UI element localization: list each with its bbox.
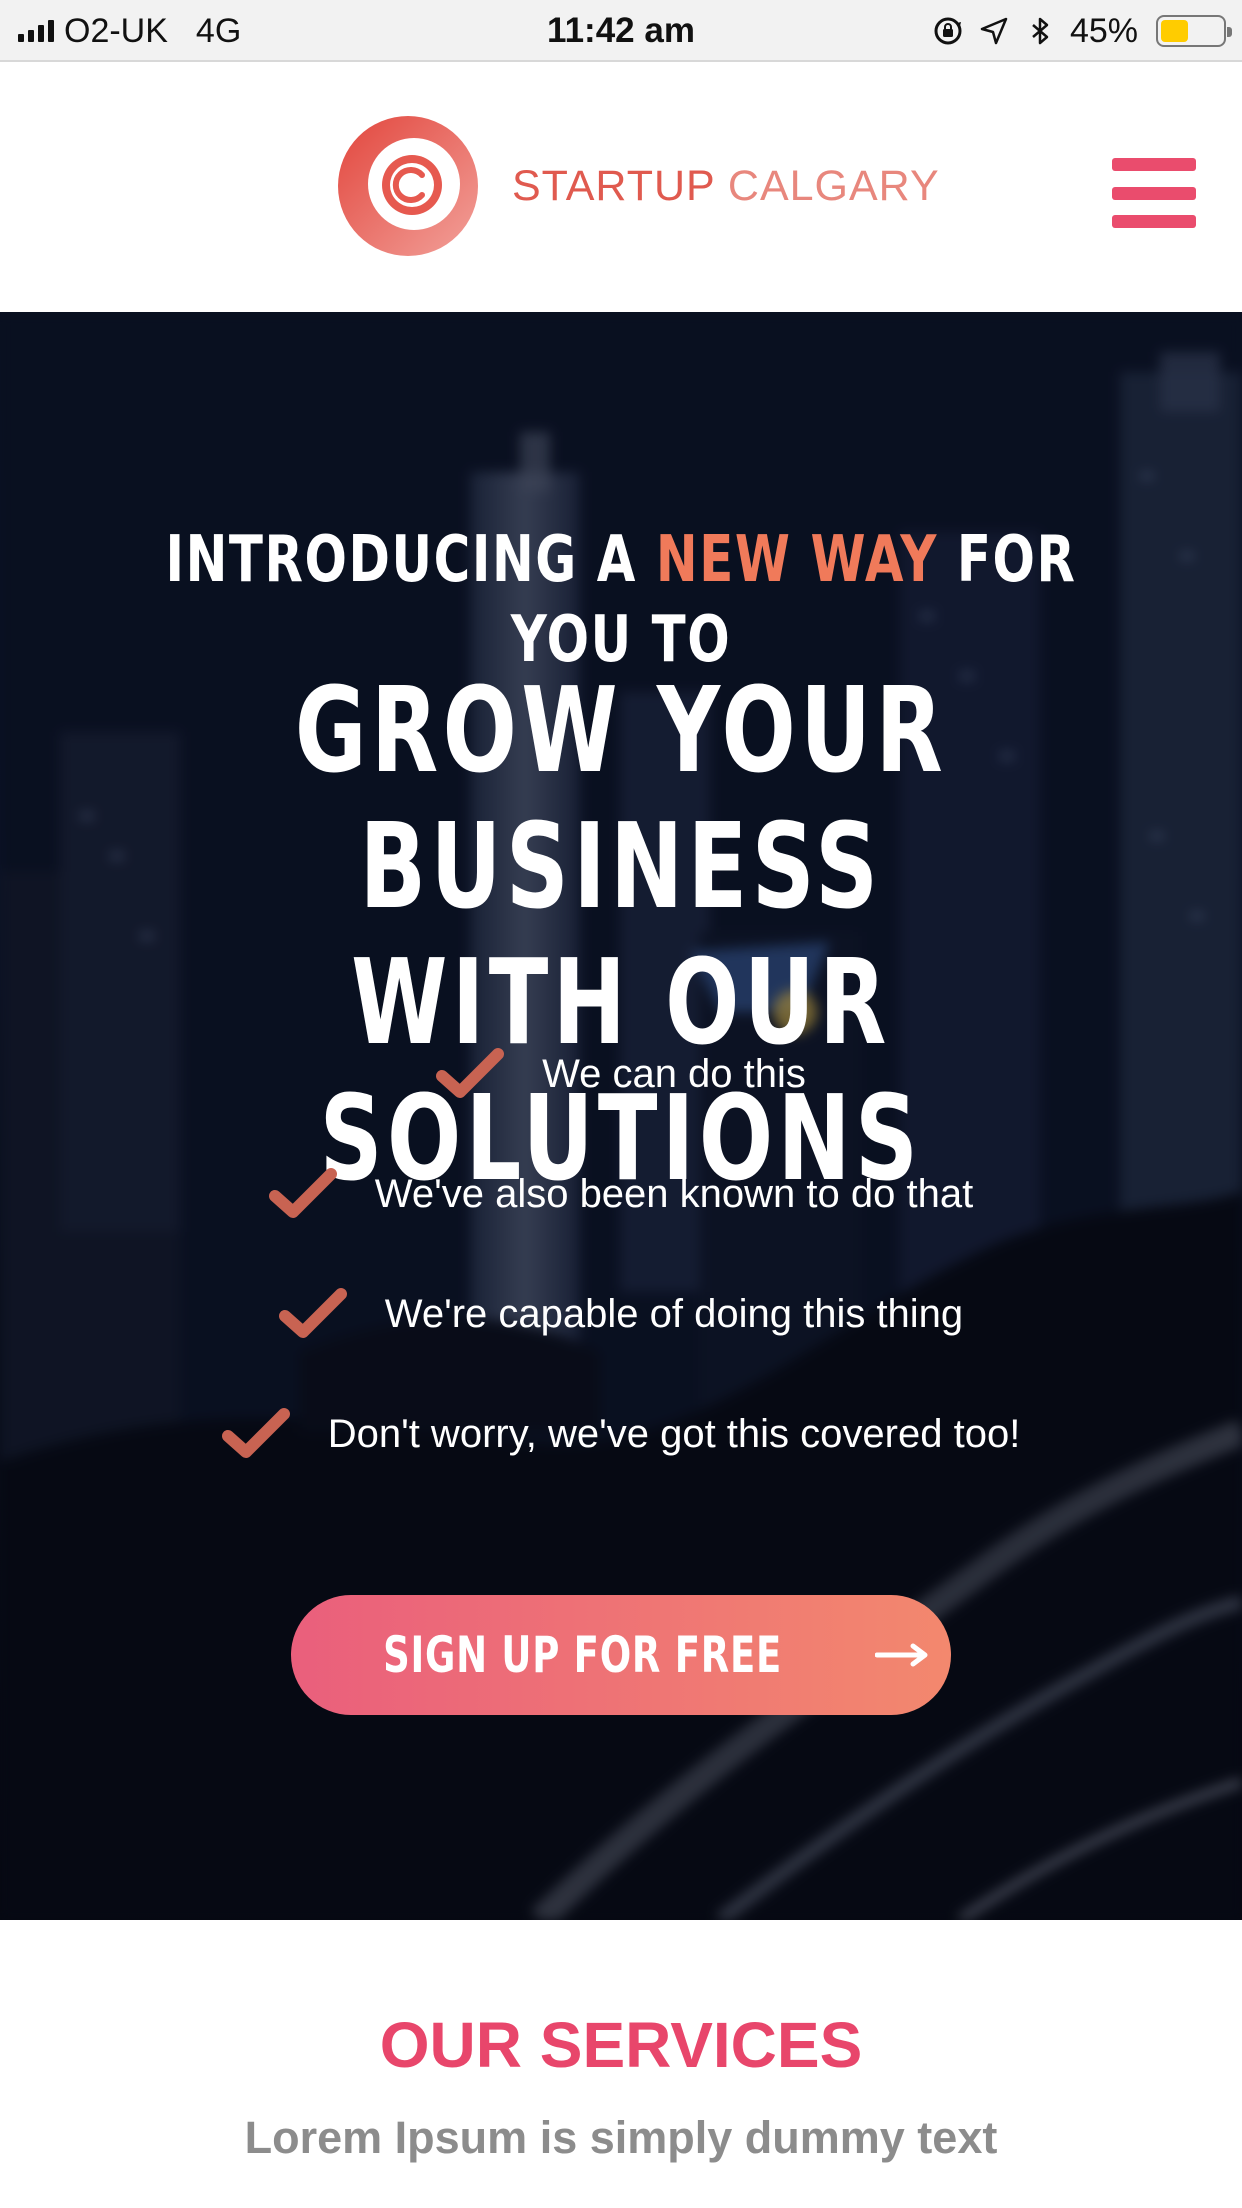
battery-percent: 45% bbox=[1069, 12, 1138, 50]
check-icon bbox=[278, 1288, 347, 1338]
rotation-lock-icon bbox=[934, 17, 962, 45]
sign-up-button-label: SIGN UP FOR FREE bbox=[383, 1626, 783, 1684]
hero-headline: GROW YOUR BUSINESS WITH OUR SOLUTIONS bbox=[161, 662, 1080, 1206]
logo-mark-icon bbox=[338, 116, 478, 256]
logo-text: STARTUP CALGARY bbox=[512, 162, 940, 211]
feature-item: We've also been known to do that bbox=[0, 1154, 1242, 1234]
feature-text: We've also been known to do that bbox=[374, 1171, 974, 1216]
sign-up-button[interactable]: SIGN UP FOR FREE bbox=[291, 1595, 951, 1715]
check-icon bbox=[221, 1408, 290, 1458]
feature-item: Don't worry, we've got this covered too! bbox=[0, 1394, 1242, 1474]
intro-accent: NEW WAY bbox=[655, 523, 938, 597]
services-section: OUR SERVICES Lorem Ipsum is simply dummy… bbox=[0, 1920, 1242, 2208]
hero-content: INTRODUCING A NEW WAY FOR YOU TO GROW YO… bbox=[0, 312, 1242, 1920]
bluetooth-icon bbox=[1032, 17, 1049, 45]
status-right: 45% bbox=[932, 10, 1232, 52]
logo-word-startup: STARTUP bbox=[512, 161, 715, 210]
feature-item: We're capable of doing this thing bbox=[0, 1274, 1242, 1354]
services-subtitle: Lorem Ipsum is simply dummy text bbox=[244, 2112, 998, 2163]
feature-text: We can do this bbox=[542, 1051, 806, 1096]
logo-word-calgary: CALGARY bbox=[727, 161, 940, 210]
logo[interactable]: STARTUP CALGARY bbox=[336, 114, 940, 258]
intro-text-before: INTRODUCING A bbox=[165, 523, 637, 597]
status-bar: O2-UK 4G 11:42 am 45% bbox=[0, 0, 1242, 62]
check-icon bbox=[268, 1168, 337, 1218]
services-title: OUR SERVICES bbox=[379, 2009, 863, 2081]
hamburger-menu-icon[interactable] bbox=[1112, 158, 1196, 228]
headline-line-1: GROW YOUR BUSINESS bbox=[294, 661, 948, 935]
arrow-right-icon bbox=[874, 1643, 928, 1667]
hero-intro: INTRODUCING A NEW WAY FOR YOU TO bbox=[137, 520, 1106, 680]
site-header: STARTUP CALGARY bbox=[0, 62, 1242, 312]
feature-item: We can do this bbox=[0, 1034, 1242, 1114]
check-icon bbox=[436, 1048, 505, 1098]
hero-section: INTRODUCING A NEW WAY FOR YOU TO GROW YO… bbox=[0, 312, 1242, 1920]
feature-text: We're capable of doing this thing bbox=[384, 1291, 964, 1336]
battery-level-fill bbox=[1161, 20, 1188, 42]
feature-text: Don't worry, we've got this covered too! bbox=[327, 1411, 1021, 1456]
location-arrow-icon bbox=[980, 17, 1008, 45]
battery-icon bbox=[1156, 15, 1232, 47]
